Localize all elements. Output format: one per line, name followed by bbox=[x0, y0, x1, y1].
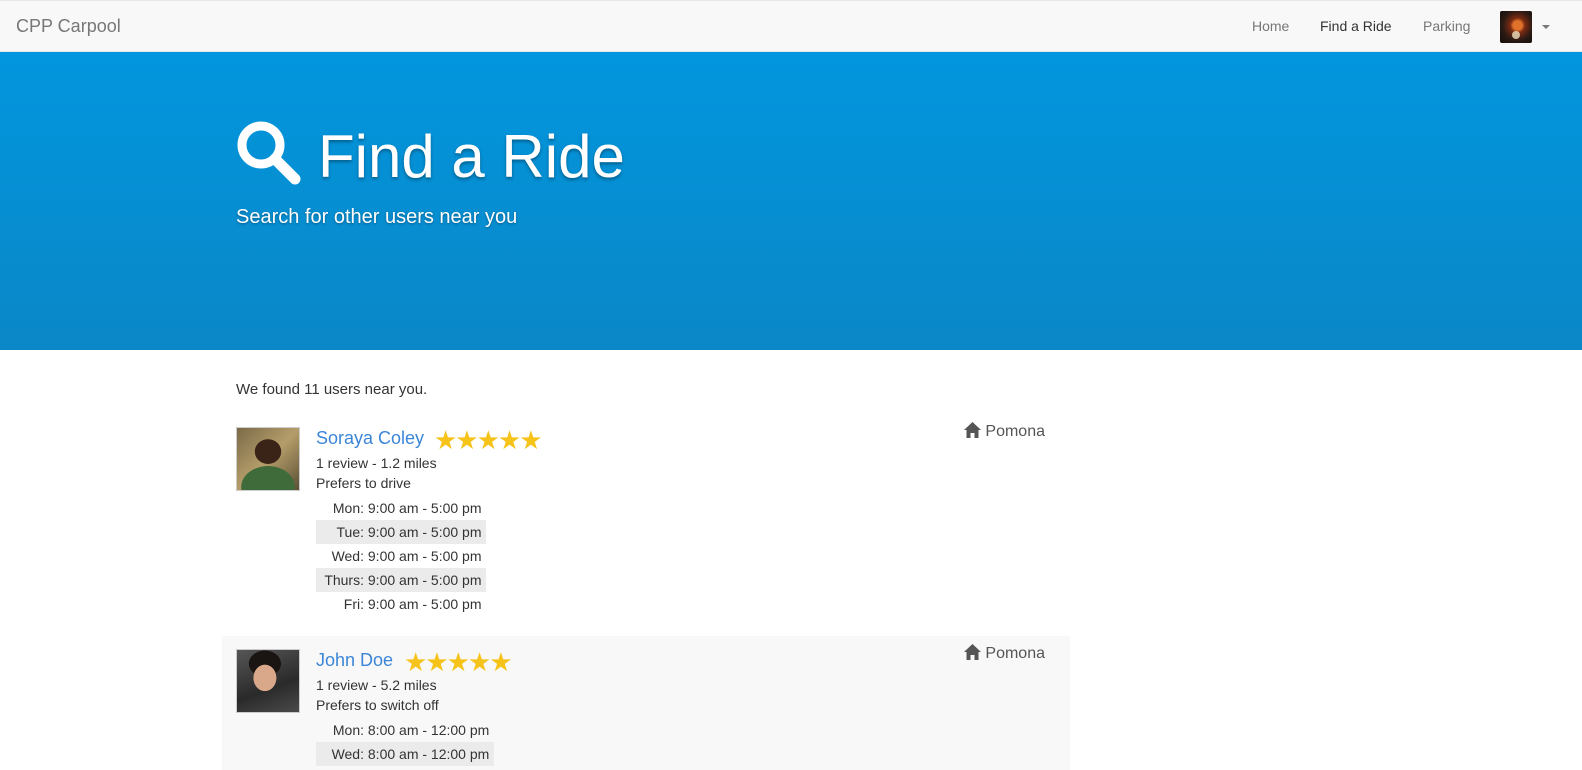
home-icon bbox=[963, 644, 981, 660]
schedule-time: 9:00 am - 5:00 pm bbox=[367, 524, 482, 540]
user-menu-dropdown[interactable] bbox=[1500, 11, 1560, 43]
search-icon bbox=[237, 121, 301, 185]
schedule-day: Wed: bbox=[331, 746, 364, 762]
reviews-distance: 1 review - 1.2 miles bbox=[316, 455, 437, 471]
home-icon bbox=[963, 422, 981, 438]
schedule-row: Wed: 9:00 am - 5:00 pm bbox=[316, 544, 488, 568]
user-name-link[interactable]: John Doe bbox=[316, 650, 393, 671]
nav-find-a-ride[interactable]: Find a Ride bbox=[1320, 18, 1392, 34]
schedule-day: Wed: bbox=[331, 548, 364, 564]
user-photo[interactable] bbox=[236, 649, 300, 713]
page-title: Find a Ride bbox=[318, 123, 625, 190]
schedule-row: Thurs: 9:00 am - 5:00 pm bbox=[316, 568, 486, 592]
schedule-row: Fri: 9:00 am - 5:00 pm bbox=[316, 592, 488, 616]
schedule-time: 8:00 am - 12:00 pm bbox=[367, 746, 490, 762]
schedule-row: Mon: 8:00 am - 12:00 pm bbox=[316, 718, 495, 742]
nav-home[interactable]: Home bbox=[1252, 18, 1289, 34]
hero-banner: Find a Ride Search for other users near … bbox=[0, 52, 1582, 350]
user-result-card: John Doe ★★★★★ 1 review - 5.2 miles Pref… bbox=[222, 636, 1070, 770]
schedule-time: 9:00 am - 5:00 pm bbox=[367, 500, 482, 516]
location-label: Pomona bbox=[985, 423, 1045, 440]
user-location: Pomona bbox=[963, 644, 1045, 663]
user-result-card: Soraya Coley ★★★★★ 1 review - 1.2 miles … bbox=[222, 414, 1070, 636]
ride-preference: Prefers to switch off bbox=[316, 697, 439, 713]
schedule-day: Fri: bbox=[343, 596, 364, 612]
ride-preference: Prefers to drive bbox=[316, 475, 411, 491]
schedule-day: Thurs: bbox=[324, 572, 364, 588]
schedule-time: 8:00 am - 12:00 pm bbox=[367, 722, 490, 738]
reviews-distance: 1 review - 5.2 miles bbox=[316, 677, 437, 693]
schedule-time: 9:00 am - 5:00 pm bbox=[367, 596, 482, 612]
nav-parking[interactable]: Parking bbox=[1423, 18, 1470, 34]
star-rating-icon: ★★★★★ bbox=[404, 647, 513, 677]
weekly-schedule: Mon: 9:00 am - 5:00 pm Tue: 9:00 am - 5:… bbox=[316, 496, 488, 616]
user-location: Pomona bbox=[963, 422, 1045, 441]
schedule-day: Mon: bbox=[332, 500, 364, 516]
schedule-time: 9:00 am - 5:00 pm bbox=[367, 572, 482, 588]
user-name-link[interactable]: Soraya Coley bbox=[316, 428, 424, 449]
page-subtitle: Search for other users near you bbox=[236, 206, 518, 228]
star-rating-icon: ★★★★★ bbox=[434, 425, 543, 455]
schedule-row: Wed: 8:00 am - 12:00 pm bbox=[316, 742, 494, 766]
location-label: Pomona bbox=[985, 645, 1045, 662]
schedule-row: Mon: 9:00 am - 5:00 pm bbox=[316, 496, 488, 520]
top-navbar: CPP Carpool Home Find a Ride Parking bbox=[0, 0, 1582, 52]
schedule-row: Tue: 9:00 am - 5:00 pm bbox=[316, 520, 486, 544]
schedule-day: Mon: bbox=[332, 722, 364, 738]
weekly-schedule: Mon: 8:00 am - 12:00 pm Wed: 8:00 am - 1… bbox=[316, 718, 495, 766]
results-summary: We found 11 users near you. bbox=[236, 381, 428, 398]
schedule-day: Tue: bbox=[336, 524, 365, 540]
brand-link[interactable]: CPP Carpool bbox=[16, 16, 121, 37]
user-photo[interactable] bbox=[236, 427, 300, 491]
avatar bbox=[1500, 11, 1532, 43]
schedule-time: 9:00 am - 5:00 pm bbox=[367, 548, 482, 564]
caret-down-icon bbox=[1542, 25, 1550, 29]
